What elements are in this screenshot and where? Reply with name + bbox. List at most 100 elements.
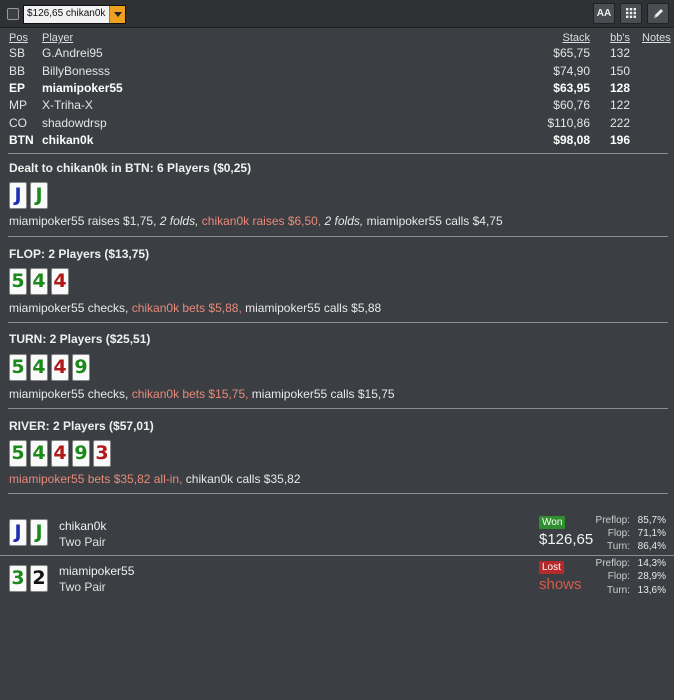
header-bbs[interactable]: bb's [610,32,630,44]
hand-select-value: $126,65 chikan0k [27,8,106,19]
select-checkbox[interactable] [7,8,19,20]
chevron-down-icon[interactable] [109,6,125,23]
player-name: chikan0k [42,133,94,147]
action-text: miamipoker55 calls $4,75 [363,214,503,228]
action-text: 2 folds, [321,214,364,228]
player-stack: $65,75 [553,46,590,60]
card: 9 [72,440,90,467]
player-bbs: 222 [609,116,630,130]
player-bbs: 196 [609,133,630,147]
equity-label: Flop: [607,528,630,539]
grid-icon [626,8,636,18]
card: 4 [30,268,48,295]
player-name: miamipoker55 [42,81,123,95]
flop-title: FLOP: 2 Players ($13,75) [9,247,150,261]
player-name: shadowdrsp [42,116,107,130]
player-bbs: 150 [609,64,630,78]
hero-action-text: chikan0k raises $6,50, [198,214,322,228]
divider [8,236,668,237]
player-row-co: CO shadowdrsp $110,86 222 [0,116,674,133]
flop-action: miamipoker55 checks, chikan0k bets $5,88… [9,301,381,315]
pencil-icon [654,9,663,18]
player-name: BillyBonesss [42,64,111,78]
equity-value: 86,4% [637,541,666,552]
grid-button[interactable] [620,3,642,24]
action-text: 2 folds, [159,214,199,228]
player-stack: $60,76 [553,98,590,112]
header-pos[interactable]: Pos [9,32,28,44]
divider [0,555,674,556]
card: 4 [51,268,69,295]
action-text: chikan0k calls $35,82 [182,472,301,486]
turn-action: miamipoker55 checks, chikan0k bets $15,7… [9,387,395,401]
hero-action-text: chikan0k bets $5,88, [131,301,242,315]
player-name: G.Andrei95 [42,46,103,60]
equity-value: 71,1% [637,528,666,539]
divider [8,322,668,323]
player-row-bb: BB BillyBonesss $74,90 150 [0,64,674,81]
player-row-mp: MP X-Triha-X $60,76 122 [0,98,674,115]
player-row-sb: SB G.Andrei95 $65,75 132 [0,46,674,63]
font-size-icon: AA [596,8,612,19]
card: 4 [51,440,69,467]
card: 4 [30,440,48,467]
action-text: miamipoker55 calls $5,88 [241,301,382,315]
result-hand-rank: Two Pair [59,580,106,594]
card: 3 [93,440,111,467]
result-player-name: miamipoker55 [59,564,135,578]
edit-button[interactable] [647,3,669,24]
equity-label: Turn: [607,541,630,552]
player-bbs: 132 [609,46,630,60]
player-row-btn: BTN chikan0k $98,08 196 [0,133,674,150]
divider [8,153,668,154]
equity-label: Flop: [607,571,630,582]
result-player-name: chikan0k [59,519,107,533]
river-title: RIVER: 2 Players ($57,01) [9,419,154,433]
player-pos: BB [9,64,26,78]
won-badge: Won [539,516,566,529]
equity-value: 28,9% [637,571,666,582]
divider [8,493,668,494]
card: J [9,182,27,209]
card: J [9,519,27,546]
header-player[interactable]: Player [42,32,73,44]
hero-action-text: chikan0k bets $15,75, [131,387,249,401]
player-pos: MP [9,98,27,112]
river-action: miamipoker55 bets $35,82 all-in, chikan0… [9,472,301,486]
turn-title: TURN: 2 Players ($25,51) [9,332,151,346]
card: 4 [30,354,48,381]
hero-action-text: miamipoker55 bets $35,82 all-in, [9,472,183,486]
preflop-title: Dealt to chikan0k in BTN: 6 Players ($0,… [9,161,252,175]
card: J [30,519,48,546]
font-size-button[interactable]: AA [593,3,615,24]
card: 5 [9,440,27,467]
equity-label: Preflop: [595,558,630,569]
card: 2 [30,565,48,592]
equity-value: 85,7% [637,515,666,526]
player-stack: $110,86 [547,116,591,130]
action-text: miamipoker55 checks, [9,387,132,401]
equity-label: Preflop: [595,515,630,526]
equity-label: Turn: [607,585,630,596]
card: 9 [72,354,90,381]
preflop-action: miamipoker55 raises $1,75, 2 folds, chik… [9,214,503,228]
player-bbs: 128 [609,81,630,95]
player-pos: EP [9,81,26,95]
equity-value: 14,3% [637,558,666,569]
header-stack[interactable]: Stack [562,32,590,44]
player-row-ep: EP miamipoker55 $63,95 128 [0,81,674,98]
player-name: X-Triha-X [42,98,93,112]
player-bbs: 122 [609,98,630,112]
player-stack: $74,90 [553,64,590,78]
header-notes[interactable]: Notes [642,32,671,44]
player-pos: BTN [9,133,34,147]
card: 5 [9,354,27,381]
result-hand-rank: Two Pair [59,535,106,549]
card: 3 [9,565,27,592]
card: J [30,182,48,209]
player-pos: SB [9,46,26,60]
hand-select-dropdown[interactable]: $126,65 chikan0k [23,5,126,24]
player-stack: $63,95 [553,81,590,95]
toolbar: $126,65 chikan0k AA [0,0,674,28]
action-text: miamipoker55 calls $15,75 [248,387,395,401]
